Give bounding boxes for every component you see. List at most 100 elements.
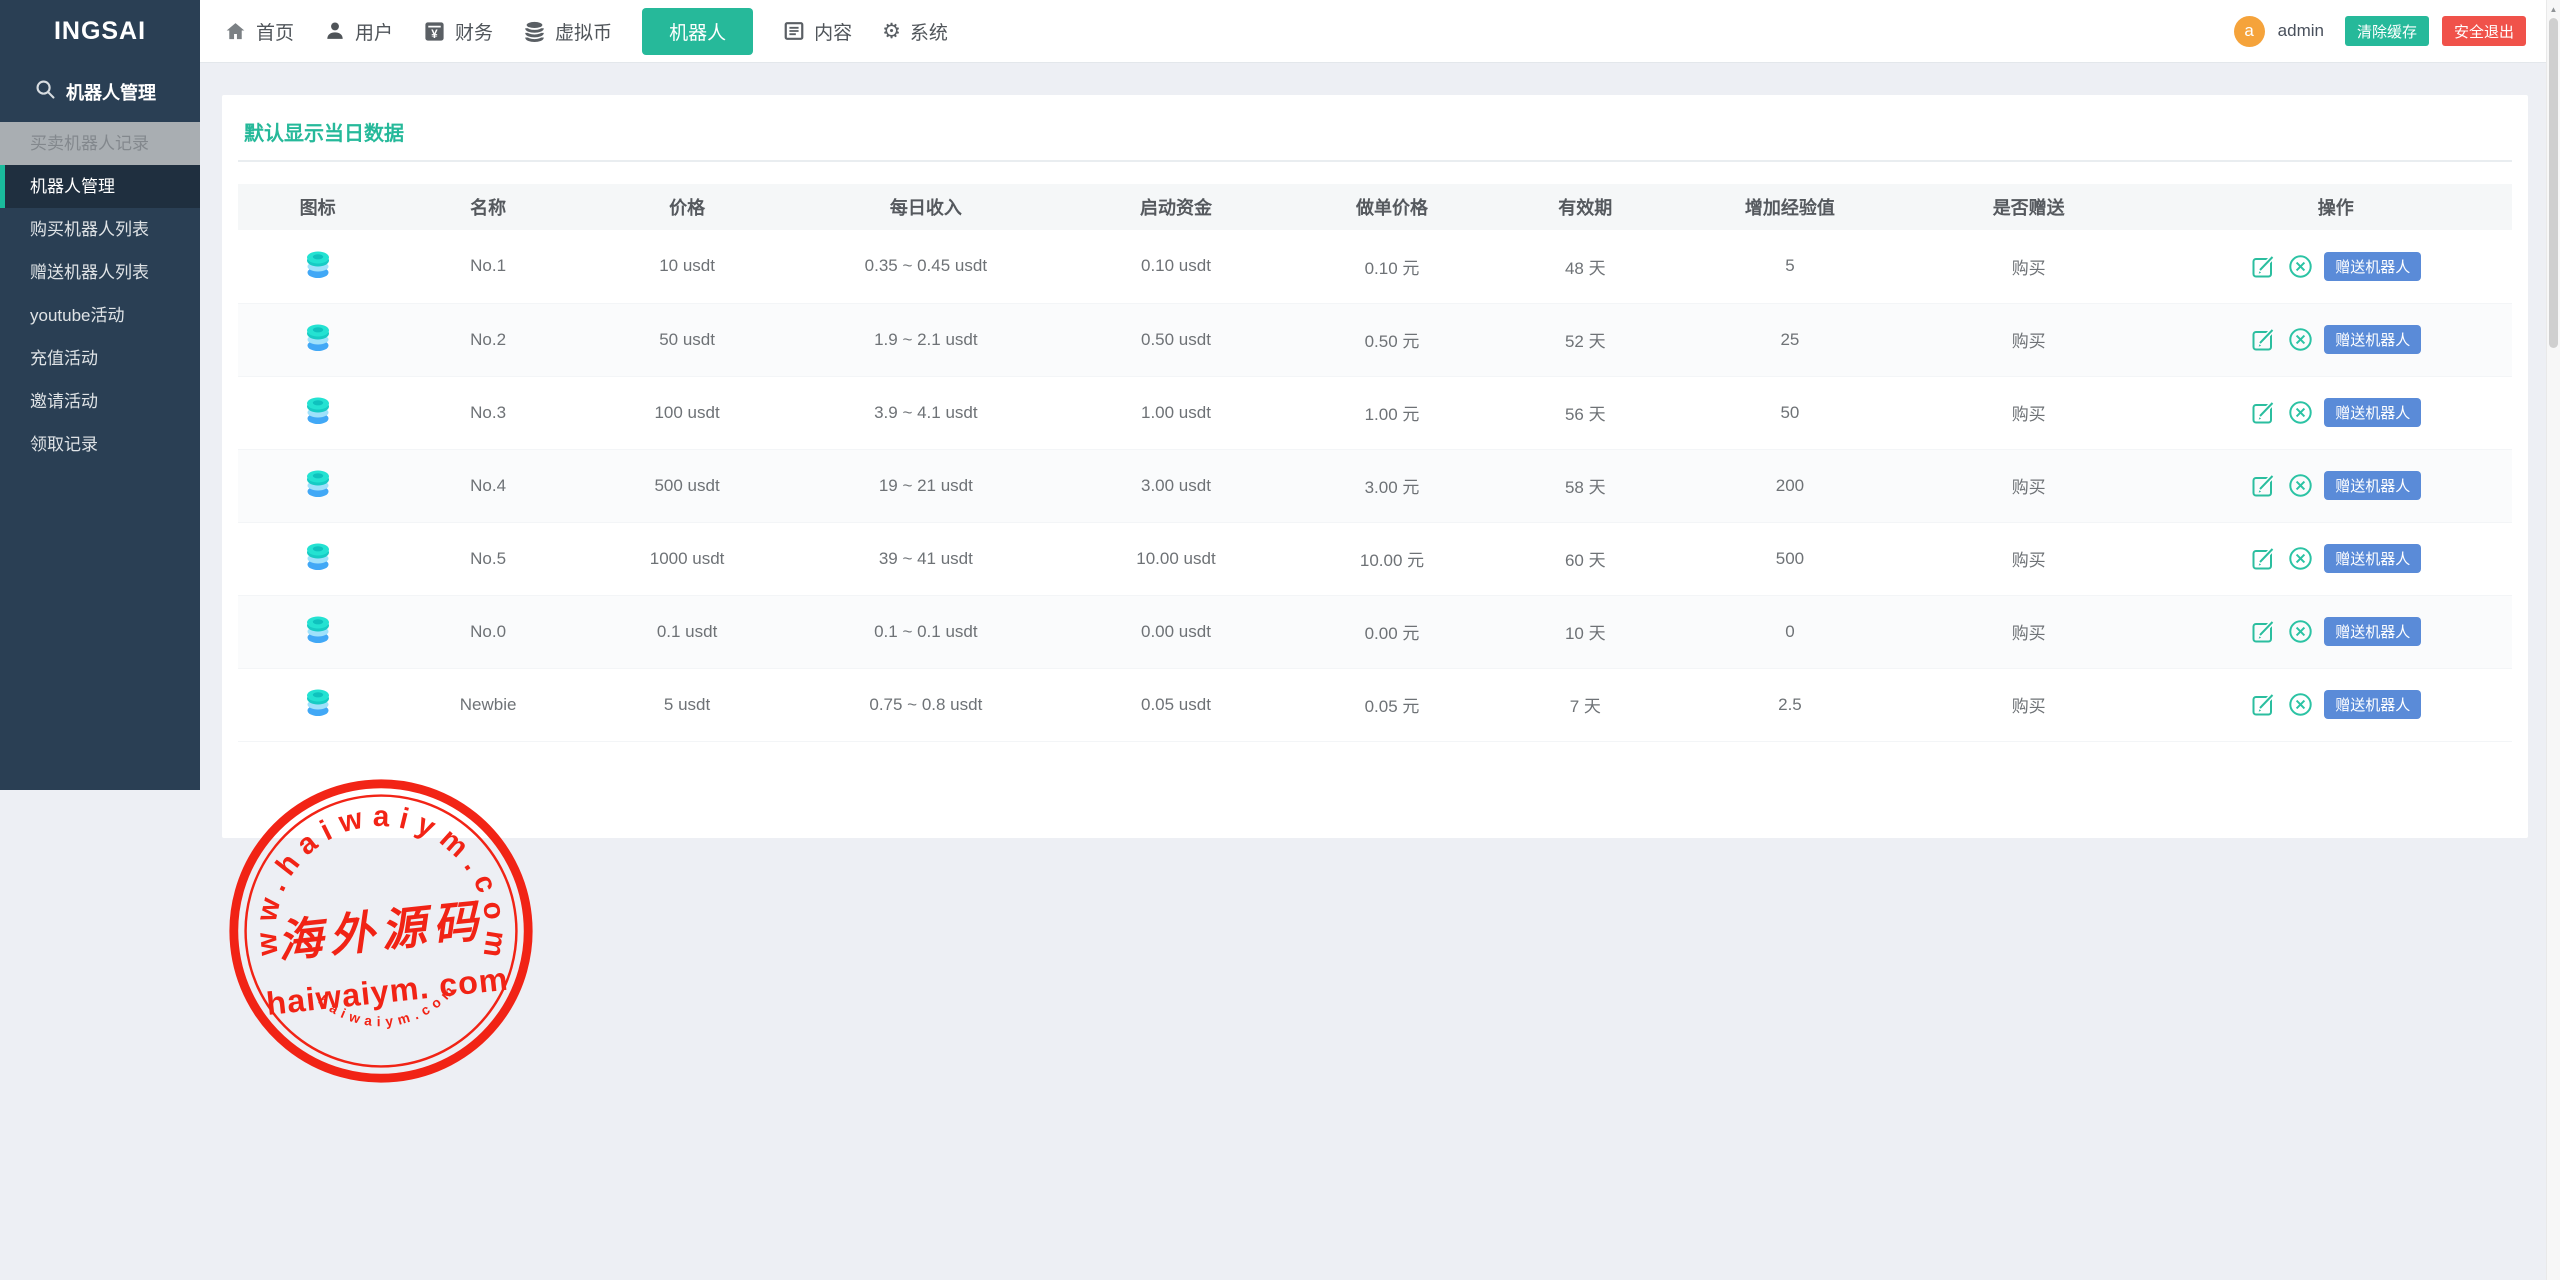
gift-robot-button[interactable]: 赠送机器人	[2324, 325, 2421, 354]
col-header-validity: 有效期	[1489, 184, 1682, 230]
delete-icon[interactable]	[2287, 472, 2314, 499]
scrollbar[interactable]: ▲	[2546, 0, 2560, 1280]
cell-name: Newbie	[397, 668, 579, 741]
cell-exp: 50	[1682, 376, 1898, 449]
edit-icon[interactable]	[2250, 545, 2277, 572]
delete-icon[interactable]	[2287, 545, 2314, 572]
gift-robot-button[interactable]: 赠送机器人	[2324, 252, 2421, 281]
robot-coin-icon	[303, 686, 333, 718]
col-header-start-fund: 启动资金	[1057, 184, 1296, 230]
cell-validity: 10 天	[1489, 595, 1682, 668]
search-icon	[34, 78, 57, 106]
sidebar-item-buy-robot-list[interactable]: 购买机器人列表	[0, 208, 200, 251]
nav-item-label: 内容	[814, 18, 852, 45]
cell-price: 10 usdt	[579, 230, 795, 303]
cell-order-price: 0.00 元	[1295, 595, 1488, 668]
cell-order-price: 10.00 元	[1295, 522, 1488, 595]
cell-validity: 56 天	[1489, 376, 1682, 449]
sidebar-item-youtube-activity[interactable]: youtube活动	[0, 294, 200, 337]
table-row: No.2 50 usdt 1.9 ~ 2.1 usdt 0.50 usdt 0.…	[238, 303, 2512, 376]
table-row: No.0 0.1 usdt 0.1 ~ 0.1 usdt 0.00 usdt 0…	[238, 595, 2512, 668]
delete-icon[interactable]	[2287, 691, 2314, 718]
sidebar-item-recharge-activity[interactable]: 充值活动	[0, 337, 200, 380]
cell-name: No.4	[397, 449, 579, 522]
cell-exp: 2.5	[1682, 668, 1898, 741]
cell-start-fund: 0.00 usdt	[1057, 595, 1296, 668]
sidebar-item-invite-activity[interactable]: 邀请活动	[0, 380, 200, 423]
username[interactable]: admin	[2278, 21, 2324, 41]
cell-validity: 60 天	[1489, 522, 1682, 595]
cell-gift: 购买	[1898, 595, 2160, 668]
clear-cache-button[interactable]: 清除缓存	[2345, 16, 2429, 46]
cell-name: No.1	[397, 230, 579, 303]
nav-item-finance[interactable]: ¥ 财务	[423, 18, 493, 45]
edit-icon[interactable]	[2250, 691, 2277, 718]
sidebar-item-label: 领取记录	[30, 435, 98, 454]
scrollbar-up-arrow[interactable]: ▲	[2547, 5, 2560, 14]
cell-gift: 购买	[1898, 522, 2160, 595]
cell-order-price: 0.05 元	[1295, 668, 1488, 741]
gift-robot-button[interactable]: 赠送机器人	[2324, 398, 2421, 427]
sidebar-item-label: 邀请活动	[30, 392, 98, 411]
svg-text:haiwaiym.com: haiwaiym.com	[314, 978, 463, 1036]
top-navbar: 首页 用户 ¥ 财务 虚拟币 机器人 内容 ⚙ 系统 a admin 清除缓存 …	[200, 0, 2546, 63]
cell-daily-income: 0.35 ~ 0.45 usdt	[795, 230, 1057, 303]
sidebar-item-trade-robot-records[interactable]: 买卖机器人记录	[0, 122, 200, 165]
cell-start-fund: 0.05 usdt	[1057, 668, 1296, 741]
cell-validity: 48 天	[1489, 230, 1682, 303]
sidebar-item-claim-records[interactable]: 领取记录	[0, 423, 200, 466]
svg-text:¥: ¥	[431, 29, 438, 41]
gift-robot-button[interactable]: 赠送机器人	[2324, 471, 2421, 500]
cell-exp: 5	[1682, 230, 1898, 303]
cell-gift: 购买	[1898, 303, 2160, 376]
col-header-order-price: 做单价格	[1295, 184, 1488, 230]
table-row: No.3 100 usdt 3.9 ~ 4.1 usdt 1.00 usdt 1…	[238, 376, 2512, 449]
gift-robot-button[interactable]: 赠送机器人	[2324, 617, 2421, 646]
nav-item-home[interactable]: 首页	[224, 18, 294, 45]
robot-coin-icon	[303, 248, 333, 280]
gift-robot-button[interactable]: 赠送机器人	[2324, 544, 2421, 573]
nav-item-content[interactable]: 内容	[783, 18, 852, 45]
sidebar-section-title: 机器人管理	[0, 62, 200, 120]
nav-item-robot-active[interactable]: 机器人	[642, 8, 753, 55]
edit-icon[interactable]	[2250, 618, 2277, 645]
col-header-icon: 图标	[238, 184, 397, 230]
cell-exp: 25	[1682, 303, 1898, 376]
cell-start-fund: 3.00 usdt	[1057, 449, 1296, 522]
delete-icon[interactable]	[2287, 399, 2314, 426]
robots-table: 图标 名称 价格 每日收入 启动资金 做单价格 有效期 增加经验值 是否赠送 操…	[238, 184, 2512, 742]
delete-icon[interactable]	[2287, 326, 2314, 353]
sidebar-section-label: 机器人管理	[66, 79, 156, 105]
scrollbar-thumb[interactable]	[2549, 18, 2558, 348]
sidebar: INGSAI 机器人管理 买卖机器人记录 机器人管理 购买机器人列表 赠送机器人…	[0, 0, 200, 790]
edit-icon[interactable]	[2250, 326, 2277, 353]
table-row: No.5 1000 usdt 39 ~ 41 usdt 10.00 usdt 1…	[238, 522, 2512, 595]
title-divider	[238, 160, 2512, 162]
cell-order-price: 1.00 元	[1295, 376, 1488, 449]
table-row: Newbie 5 usdt 0.75 ~ 0.8 usdt 0.05 usdt …	[238, 668, 2512, 741]
avatar[interactable]: a	[2234, 16, 2265, 47]
cell-daily-income: 1.9 ~ 2.1 usdt	[795, 303, 1057, 376]
edit-icon[interactable]	[2250, 253, 2277, 280]
gear-icon: ⚙	[882, 21, 901, 42]
nav-item-system[interactable]: ⚙ 系统	[882, 18, 948, 45]
edit-icon[interactable]	[2250, 472, 2277, 499]
brand-logo: INGSAI	[0, 0, 200, 62]
gift-robot-button[interactable]: 赠送机器人	[2324, 690, 2421, 719]
sidebar-item-robot-management[interactable]: 机器人管理	[0, 165, 200, 208]
delete-icon[interactable]	[2287, 253, 2314, 280]
table-header: 图标 名称 价格 每日收入 启动资金 做单价格 有效期 增加经验值 是否赠送 操…	[238, 184, 2512, 230]
edit-icon[interactable]	[2250, 399, 2277, 426]
nav-item-users[interactable]: 用户	[324, 18, 393, 45]
cell-validity: 58 天	[1489, 449, 1682, 522]
delete-icon[interactable]	[2287, 618, 2314, 645]
sidebar-item-gift-robot-list[interactable]: 赠送机器人列表	[0, 251, 200, 294]
col-header-price: 价格	[579, 184, 795, 230]
table-row: No.4 500 usdt 19 ~ 21 usdt 3.00 usdt 3.0…	[238, 449, 2512, 522]
sidebar-item-label: 买卖机器人记录	[30, 134, 149, 153]
page-title: 默认显示当日数据	[238, 95, 2512, 160]
nav-item-label: 财务	[455, 18, 493, 45]
nav-item-virtual-currency[interactable]: 虚拟币	[523, 18, 612, 45]
logout-button[interactable]: 安全退出	[2442, 16, 2526, 46]
sidebar-item-label: 充值活动	[30, 349, 98, 368]
